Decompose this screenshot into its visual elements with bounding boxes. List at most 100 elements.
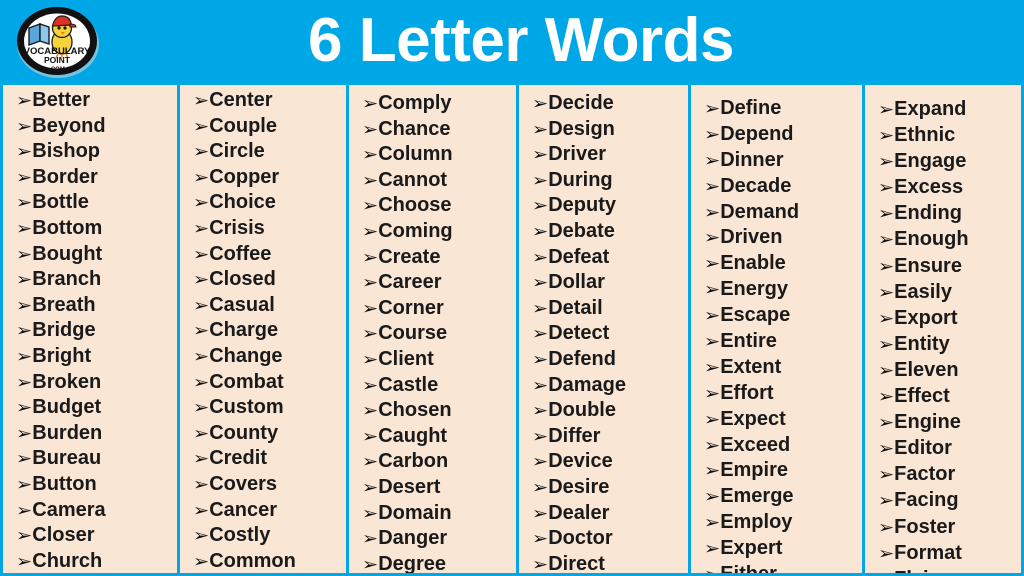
word-label: Employ xyxy=(720,511,793,534)
word-label: Decide xyxy=(548,92,614,114)
word-item: ➢ Engage xyxy=(878,148,1021,174)
word-stack-5: ➢ Define ➢ Depend ➢ Dinner ➢ Decade ➢ Demand ➢ Driv… xyxy=(703,85,862,573)
word-label: Combat xyxy=(209,370,284,393)
word-item: ➢ Emerge xyxy=(704,484,862,510)
word-item: ➢ Carbon xyxy=(362,449,516,475)
word-item: ➢ Course xyxy=(362,321,516,347)
word-label: Easily xyxy=(894,280,952,303)
word-label: Burden xyxy=(32,421,103,444)
arrow-bullet-icon: ➢ xyxy=(361,94,379,113)
word-item: ➢ Enable xyxy=(704,251,862,277)
arrow-bullet-icon: ➢ xyxy=(361,298,379,318)
word-label: During xyxy=(548,168,613,191)
arrow-bullet-icon: ➢ xyxy=(192,91,210,110)
word-column-4: ➢ Decide ➢ Design ➢ Driver ➢ During ➢ Deputy ➢ Deba… xyxy=(518,85,691,573)
arrow-bullet-icon: ➢ xyxy=(531,375,549,395)
word-item: ➢ Ending xyxy=(877,200,1021,226)
word-item: ➢ Breath xyxy=(16,293,177,319)
word-item: ➢ Facing xyxy=(878,487,1021,513)
arrow-bullet-icon: ➢ xyxy=(192,218,210,238)
word-item: ➢ Dollar xyxy=(532,270,688,296)
word-item: ➢ Detect xyxy=(532,321,688,347)
arrow-bullet-icon: ➢ xyxy=(877,178,895,198)
word-item: ➢ Copper xyxy=(193,165,346,191)
word-item: ➢ Dinner xyxy=(704,148,862,174)
word-stack-4: ➢ Decide ➢ Design ➢ Driver ➢ During ➢ Deputy ➢ Deba… xyxy=(531,85,688,573)
arrow-bullet-icon: ➢ xyxy=(877,100,895,119)
word-label: Copper xyxy=(209,165,280,188)
word-item: ➢ Budget xyxy=(16,395,177,421)
word-item: ➢ Effect xyxy=(878,383,1021,409)
arrow-bullet-icon: ➢ xyxy=(531,170,549,190)
word-label: Ensure xyxy=(894,254,962,277)
word-item: ➢ Button xyxy=(16,472,177,498)
word-label: Bishop xyxy=(32,140,101,163)
page-title: 6 Letter Words xyxy=(308,6,734,75)
arrow-bullet-icon: ➢ xyxy=(15,218,33,238)
arrow-bullet-icon: ➢ xyxy=(361,119,379,139)
word-label: Client xyxy=(378,347,434,370)
word-label: Caught xyxy=(378,424,448,447)
arrow-bullet-icon: ➢ xyxy=(15,270,33,290)
word-label: Excess xyxy=(894,176,964,199)
word-item: ➢ Easily xyxy=(878,279,1021,305)
arrow-bullet-icon: ➢ xyxy=(703,306,721,326)
arrow-bullet-icon: ➢ xyxy=(877,204,895,224)
word-label: Engine xyxy=(894,411,961,434)
word-label: Closer xyxy=(32,524,95,547)
word-column-1: ➢ Better ➢ Beyond ➢ Bishop ➢ Border ➢ Bottle ➢ Bott… xyxy=(3,85,180,573)
word-label: Casual xyxy=(209,293,275,316)
word-label: Couple xyxy=(209,114,277,137)
arrow-bullet-icon: ➢ xyxy=(531,119,549,139)
arrow-bullet-icon: ➢ xyxy=(361,247,379,267)
word-item: ➢ Church xyxy=(16,549,177,573)
word-item: ➢ Excess xyxy=(877,174,1021,200)
word-label: Differ xyxy=(548,424,601,447)
word-item: ➢ Defeat xyxy=(532,245,688,271)
arrow-bullet-icon: ➢ xyxy=(361,426,379,446)
word-label: Eleven xyxy=(894,358,959,381)
word-item: ➢ Exceed xyxy=(704,433,862,459)
arrow-bullet-icon: ➢ xyxy=(877,126,895,146)
word-item: ➢ County xyxy=(193,421,346,447)
word-label: Covers xyxy=(209,472,278,495)
word-item: ➢ Career xyxy=(362,270,516,296)
word-label: Bridge xyxy=(32,319,96,342)
arrow-bullet-icon: ➢ xyxy=(531,298,549,318)
word-label: Format xyxy=(894,541,962,564)
word-label: Border xyxy=(32,165,98,188)
word-item: ➢ Desire xyxy=(532,475,688,501)
word-item: ➢ Decide xyxy=(532,91,688,117)
word-item: ➢ Differ xyxy=(531,424,688,450)
arrow-bullet-icon: ➢ xyxy=(361,170,379,190)
word-label: Budget xyxy=(32,396,102,419)
word-label: Effort xyxy=(720,381,774,404)
word-item: ➢ Castle xyxy=(362,373,516,399)
word-label: Cannot xyxy=(378,168,448,191)
arrow-bullet-icon: ➢ xyxy=(703,461,721,481)
word-item: ➢ Costly xyxy=(193,523,346,549)
word-label: Change xyxy=(209,344,283,367)
arrow-bullet-icon: ➢ xyxy=(531,554,549,573)
word-item: ➢ Comply xyxy=(361,91,516,117)
word-label: Entity xyxy=(894,332,950,355)
word-item: ➢ Danger xyxy=(362,526,516,552)
word-list-poster: VOCABULARY POINT .COM 6 Letter Words ➢ Be… xyxy=(0,0,1024,576)
word-item: ➢ Decade xyxy=(704,174,862,200)
word-column-3: ➢ Comply ➢ Chance ➢ Column ➢ Cannot ➢ Choose ➢ Comi… xyxy=(348,85,519,573)
word-item: ➢ Enough xyxy=(878,226,1021,252)
word-stack-2: ➢ Center ➢ Couple ➢ Circle ➢ Copper ➢ Choice ➢ Cris… xyxy=(192,85,346,573)
word-item: ➢ Extent xyxy=(704,355,862,381)
word-item: ➢ Column xyxy=(362,142,516,168)
word-label: Degree xyxy=(378,552,447,573)
word-label: Entire xyxy=(720,330,777,353)
arrow-bullet-icon: ➢ xyxy=(192,500,210,520)
word-item: ➢ Bishop xyxy=(16,139,177,165)
arrow-bullet-icon: ➢ xyxy=(703,383,721,403)
word-label: Exceed xyxy=(720,433,791,456)
word-item: ➢ Bought xyxy=(16,242,177,268)
word-label: Demand xyxy=(720,200,800,223)
word-label: Dinner xyxy=(720,148,784,171)
arrow-bullet-icon: ➢ xyxy=(192,551,210,571)
arrow-bullet-icon: ➢ xyxy=(531,426,549,446)
